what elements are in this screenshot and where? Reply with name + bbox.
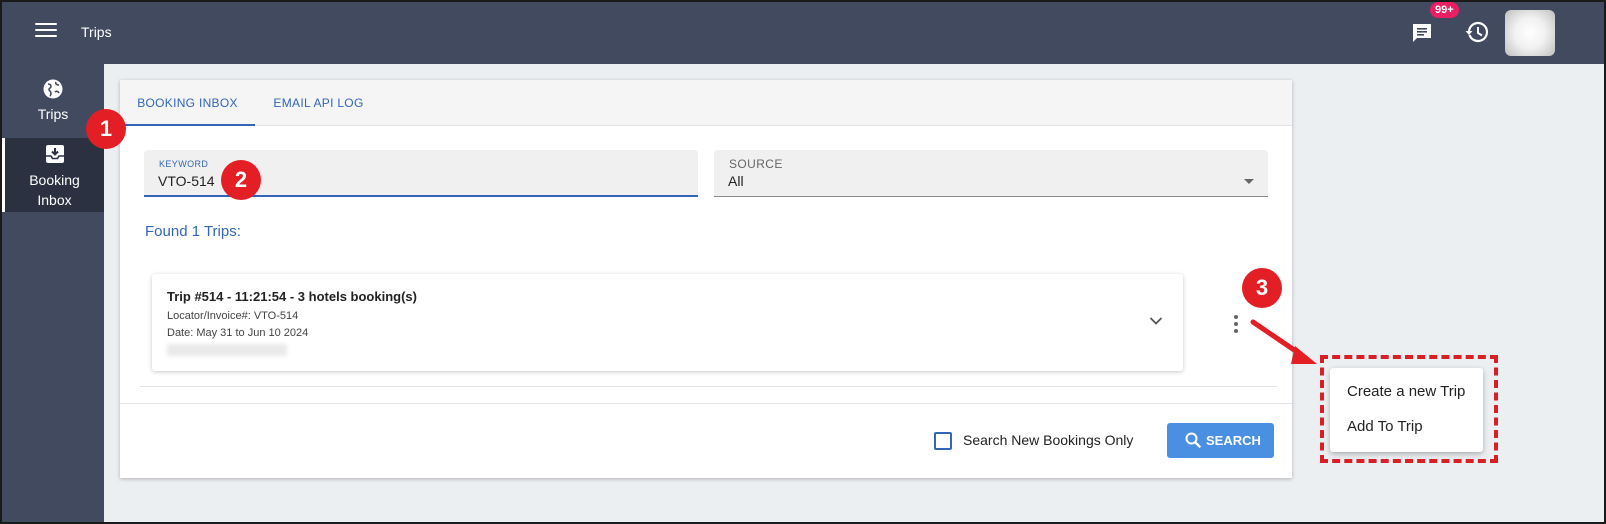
tab-bar: BOOKING INBOX EMAIL API LOG [120, 80, 1292, 126]
menu-icon[interactable] [35, 23, 57, 41]
search-icon [1185, 432, 1202, 449]
tab-email-api-log[interactable]: EMAIL API LOG [255, 80, 382, 126]
trip-locator: Locator/Invoice#: VTO-514 [167, 310, 299, 322]
search-button-label: SEARCH [1206, 433, 1261, 448]
annotation-arrow [1250, 319, 1317, 364]
highlight-box [1320, 355, 1498, 463]
chevron-down-icon[interactable] [1149, 316, 1163, 326]
app-window: Trips 99+ Trips Booking Inbox BOOKING IN… [0, 0, 1606, 524]
avatar[interactable] [1505, 10, 1555, 56]
step-marker-3: 3 [1242, 268, 1282, 308]
inbox-download-icon [45, 145, 64, 163]
step-marker-2: 2 [221, 160, 261, 200]
dropdown-arrow-icon[interactable] [1244, 179, 1254, 184]
new-bookings-checkbox-label: Search New Bookings Only [963, 432, 1134, 448]
results-count: Found 1 Trips: [145, 223, 241, 240]
keyword-input[interactable]: VTO-514 [158, 173, 215, 189]
more-options-icon[interactable] [1234, 315, 1240, 336]
sidebar-item-label: Inbox [37, 192, 72, 208]
sidebar-item-booking-inbox[interactable]: Booking Inbox [2, 138, 104, 212]
redacted-text [167, 344, 287, 356]
search-button[interactable]: SEARCH [1167, 423, 1274, 458]
history-icon[interactable] [1464, 19, 1490, 45]
sidebar-item-label: Booking [29, 172, 80, 188]
trip-title: Trip #514 - 11:21:54 - 3 hotels booking(… [167, 289, 417, 304]
sidebar-item-label: Trips [37, 106, 69, 122]
step-marker-1: 1 [86, 109, 126, 149]
source-label: SOURCE [729, 157, 783, 171]
divider [120, 403, 1292, 404]
top-app-bar: Trips 99+ [2, 2, 1604, 64]
globe-icon [43, 79, 63, 99]
trip-date: Date: May 31 to Jun 10 2024 [167, 327, 309, 339]
booking-inbox-card: BOOKING INBOX EMAIL API LOG KEYWORD VTO-… [120, 80, 1292, 478]
source-value: All [728, 173, 744, 189]
divider [140, 386, 1277, 387]
keyword-label: KEYWORD [159, 159, 209, 169]
tab-booking-inbox[interactable]: BOOKING INBOX [120, 80, 255, 126]
page-title: Trips [81, 24, 112, 40]
source-select[interactable]: SOURCE All [714, 150, 1268, 197]
notification-badge: 99+ [1430, 2, 1459, 18]
chat-icon[interactable] [1410, 21, 1434, 45]
new-bookings-checkbox[interactable] [934, 432, 952, 450]
trip-result-card[interactable]: Trip #514 - 11:21:54 - 3 hotels booking(… [152, 274, 1183, 371]
